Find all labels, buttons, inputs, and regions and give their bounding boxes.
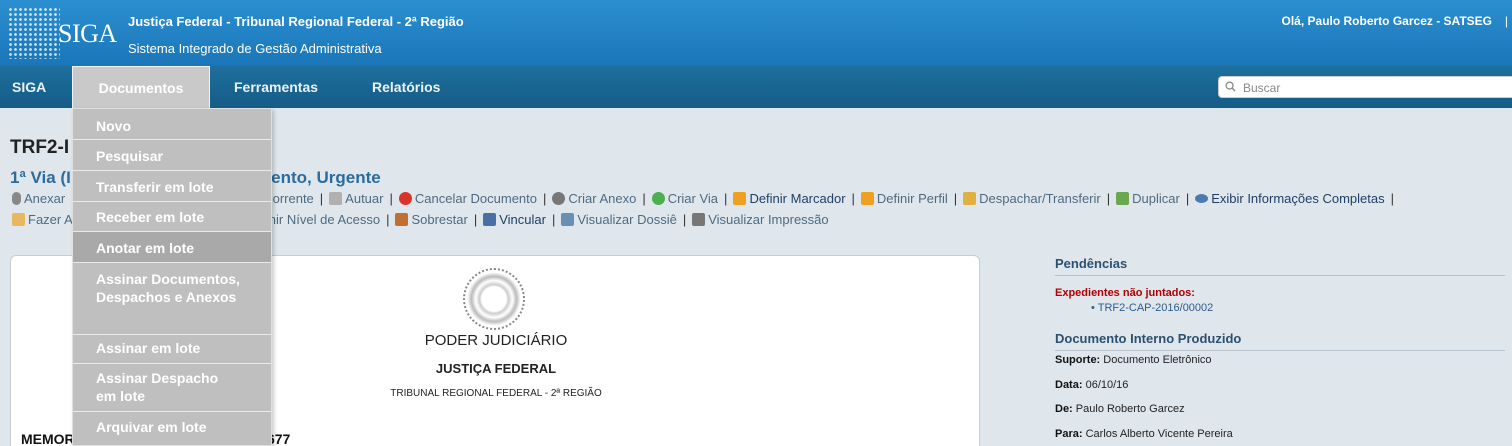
org-subtitle: Sistema Integrado de Gestão Administrati…	[128, 41, 382, 56]
action-sobrestar[interactable]: Sobrestar	[395, 212, 468, 227]
print-icon	[692, 213, 706, 226]
search-icon[interactable]	[1225, 81, 1236, 92]
menu-item-anotar-em-lote[interactable]: Anotar em lote	[73, 232, 271, 263]
action-autuar[interactable]: Autuar	[329, 191, 383, 206]
menu-item-assinar-despacho-em-lote[interactable]: Assinar Despacho em lote	[73, 364, 271, 412]
coat-of-arms-icon	[463, 268, 525, 330]
search-input[interactable]	[1243, 79, 1503, 96]
user-greeting[interactable]: Olá, Paulo Roberto Garcez - SATSEG	[1282, 14, 1493, 28]
cancel-icon	[398, 192, 412, 205]
nav-documentos[interactable]: Documentos	[72, 66, 210, 108]
info-para: Para: Carlos Alberto Vicente Pereira	[1055, 428, 1233, 440]
menu-item-assinar-documentos[interactable]: Assinar Documentos, Despachos e Anexos	[73, 263, 271, 335]
menu-item-transferir-em-lote[interactable]: Transferir em lote	[73, 171, 271, 202]
action-vincular[interactable]: Vincular	[483, 212, 546, 227]
link-doc-icon	[483, 213, 497, 226]
info-data: Data: 06/10/16	[1055, 379, 1129, 391]
menu-item-arquivar-em-lote[interactable]: Arquivar em lote	[73, 412, 271, 446]
nav-siga[interactable]: SIGA	[12, 66, 46, 108]
nav-relatorios[interactable]: Relatórios	[372, 66, 440, 108]
action-criar-via[interactable]: Criar Via	[651, 191, 718, 206]
doc-info-section: Documento Interno Produzido	[1055, 331, 1505, 351]
action-visualizar-dossie[interactable]: Visualizar Dossiê	[561, 212, 677, 227]
action-fazer-anotacao[interactable]: Fazer A	[12, 212, 73, 227]
action-definir-perfil[interactable]: Definir Perfil	[860, 191, 948, 206]
pendencias-label: Expedientes não juntados:	[1055, 287, 1195, 299]
eye-icon	[1195, 194, 1209, 203]
attach-create-icon	[552, 192, 566, 205]
org-title: Justiça Federal - Tribunal Regional Fede…	[128, 14, 464, 29]
action-definir-marcador[interactable]: Definir Marcador	[733, 191, 846, 206]
action-duplicar[interactable]: Duplicar	[1116, 191, 1180, 206]
box-icon	[329, 192, 343, 205]
action-criar-anexo[interactable]: Criar Anexo	[552, 191, 636, 206]
info-suporte: Suporte: Documento Eletrônico	[1055, 354, 1212, 366]
greeting-separator: |	[1504, 14, 1508, 28]
pendencias-section: Pendências Expedientes não juntados: • T…	[1055, 256, 1505, 314]
pendencias-title: Pendências	[1055, 256, 1505, 276]
action-anexar[interactable]: Anexar	[12, 191, 65, 206]
logo-text: SIGA	[58, 19, 117, 48]
hourglass-icon	[395, 213, 409, 226]
logo-dots-pattern	[8, 7, 60, 59]
dossier-icon	[561, 213, 575, 226]
documentos-dropdown-menu: Novo Pesquisar Transferir em lote Recebe…	[72, 108, 272, 446]
menu-item-assinar-em-lote[interactable]: Assinar em lote	[73, 335, 271, 364]
menu-item-receber-em-lote[interactable]: Receber em lote	[73, 202, 271, 232]
doc-subtitle-left: 1ª Via (I	[10, 168, 71, 187]
top-header: SIGA Justiça Federal - Tribunal Regional…	[0, 0, 1512, 66]
menu-item-pesquisar[interactable]: Pesquisar	[73, 140, 271, 171]
pendencias-item[interactable]: • TRF2-CAP-2016/00002	[1091, 302, 1495, 314]
action-exibir-informacoes[interactable]: Exibir Informações Completas	[1195, 191, 1385, 206]
info-de: De: Paulo Roberto Garcez	[1055, 403, 1185, 415]
add-icon	[651, 192, 665, 205]
dispatch-icon	[963, 192, 977, 205]
main-nav: SIGA Documentos Ferramentas Relatórios	[0, 66, 1512, 108]
duplicate-icon	[1116, 192, 1130, 205]
tag-icon	[12, 213, 25, 226]
paperclip-icon	[12, 192, 21, 205]
person-profile-icon	[860, 192, 874, 205]
nav-ferramentas[interactable]: Ferramentas	[234, 66, 318, 108]
action-visualizar-impressao[interactable]: Visualizar Impressão	[692, 212, 829, 227]
doc-info-title: Documento Interno Produzido	[1055, 331, 1505, 351]
person-tag-icon	[733, 192, 747, 205]
action-cancelar-documento[interactable]: Cancelar Documento	[398, 191, 537, 206]
siga-logo[interactable]: SIGA	[8, 7, 117, 61]
page-title: TRF2-I	[10, 137, 70, 158]
action-redefinir-nivel-acesso[interactable]: nir Nível de Acesso	[269, 212, 380, 227]
action-despachar-transferir[interactable]: Despachar/Transferir	[963, 191, 1101, 206]
search-box	[1218, 76, 1512, 98]
menu-item-novo[interactable]: Novo	[73, 109, 271, 140]
